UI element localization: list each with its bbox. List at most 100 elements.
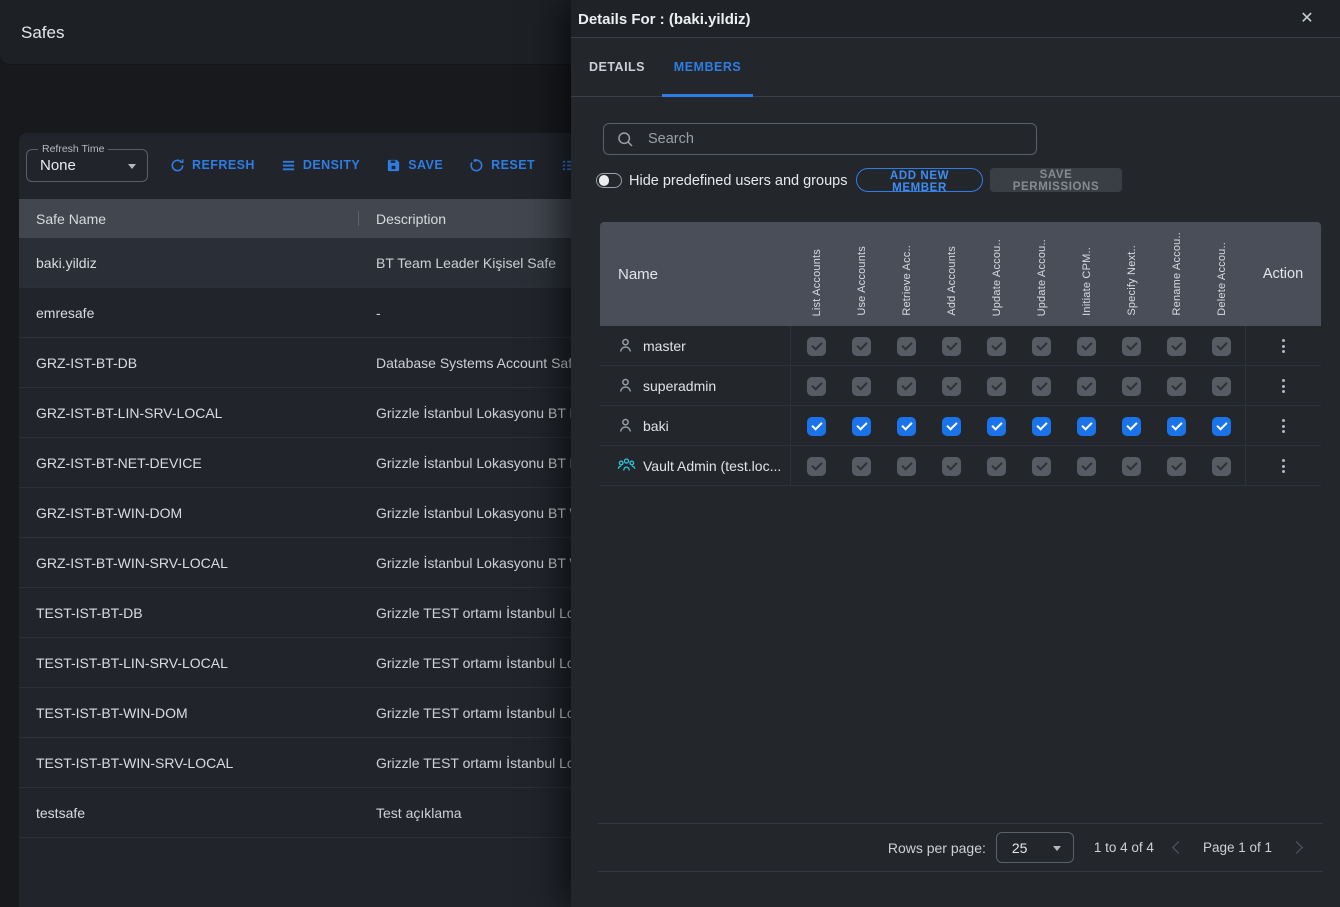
permission-checkbox[interactable]: [852, 457, 871, 476]
table-row[interactable]: TEST-IST-BT-WIN-DOM Grizzle TEST ortamı …: [19, 688, 619, 738]
search-icon: [617, 131, 634, 148]
details-drawer: Details For : (baki.yildiz) ✕ DETAILS ME…: [571, 0, 1340, 907]
permission-checkbox[interactable]: [942, 417, 961, 436]
permission-checkbox[interactable]: [897, 457, 916, 476]
permission-checkbox[interactable]: [1212, 457, 1231, 476]
permission-column-header: Delete Accou..: [1199, 222, 1244, 326]
table-row[interactable]: TEST-IST-BT-LIN-SRV-LOCAL Grizzle TEST o…: [19, 638, 619, 688]
table-row[interactable]: emresafe -: [19, 288, 619, 338]
safes-table-header: Safe Name Description: [19, 199, 619, 238]
permission-checkbox[interactable]: [1032, 337, 1051, 356]
chevron-down-icon: [128, 164, 136, 169]
permission-checkbox[interactable]: [1077, 377, 1096, 396]
permission-checkbox[interactable]: [807, 417, 826, 436]
column-header-description: Description: [376, 211, 446, 227]
search-input[interactable]: [646, 130, 1036, 148]
permission-checkbox[interactable]: [897, 337, 916, 356]
permission-checkbox[interactable]: [942, 337, 961, 356]
permission-column-header: Specify Next..: [1109, 222, 1154, 326]
safes-table-body: baki.yildiz BT Team Leader Kişisel Safe …: [19, 238, 619, 838]
member-row[interactable]: superadmin: [600, 366, 1321, 406]
hide-predefined-toggle[interactable]: [596, 173, 622, 188]
permission-checkbox[interactable]: [807, 337, 826, 356]
permission-checkbox[interactable]: [897, 377, 916, 396]
table-row[interactable]: GRZ-IST-BT-WIN-DOM Grizzle İstanbul Loka…: [19, 488, 619, 538]
save-permissions-button[interactable]: SAVE PERMISSIONS: [990, 168, 1122, 192]
member-row[interactable]: baki: [600, 406, 1321, 446]
table-row[interactable]: GRZ-IST-BT-NET-DEVICE Grizzle İstanbul L…: [19, 438, 619, 488]
permission-checkbox[interactable]: [807, 377, 826, 396]
rows-per-page-select[interactable]: 25: [996, 832, 1074, 863]
user-icon: [617, 417, 634, 439]
permission-checkbox[interactable]: [852, 337, 871, 356]
table-row[interactable]: TEST-IST-BT-DB Grizzle TEST ortamı İstan…: [19, 588, 619, 638]
permission-checkbox[interactable]: [1167, 337, 1186, 356]
permission-checkbox[interactable]: [942, 377, 961, 396]
safe-name-cell: GRZ-IST-BT-NET-DEVICE: [36, 438, 202, 488]
permission-checkbox[interactable]: [852, 377, 871, 396]
permission-checkbox[interactable]: [987, 417, 1006, 436]
density-button[interactable]: DENSITY: [281, 158, 360, 173]
safe-name-cell: TEST-IST-BT-DB: [36, 588, 143, 638]
permission-checkbox[interactable]: [807, 457, 826, 476]
column-divider: [358, 211, 359, 226]
pagination-range: 1 to 4 of 4: [1094, 840, 1154, 855]
permission-column-header: Add Accounts: [929, 222, 974, 326]
table-row[interactable]: GRZ-IST-BT-DB Database Systems Account S…: [19, 338, 619, 388]
save-icon: [386, 158, 401, 173]
permission-checkbox[interactable]: [1077, 337, 1096, 356]
table-row[interactable]: GRZ-IST-BT-WIN-SRV-LOCAL Grizzle İstanbu…: [19, 538, 619, 588]
permission-checkbox[interactable]: [1032, 457, 1051, 476]
member-name: Vault Admin (test.loc...: [643, 446, 781, 486]
permission-checkbox[interactable]: [1167, 417, 1186, 436]
group-icon: [617, 457, 636, 478]
pagination-bar: Rows per page: 25 1 to 4 of 4 Page 1 of …: [598, 823, 1323, 872]
member-permissions: [794, 326, 1244, 366]
row-actions-menu-button[interactable]: [1278, 335, 1289, 357]
member-permissions: [794, 406, 1244, 446]
table-row[interactable]: testsafe Test açıklama: [19, 788, 619, 838]
table-row[interactable]: baki.yildiz BT Team Leader Kişisel Safe: [19, 238, 619, 288]
refresh-button[interactable]: REFRESH: [170, 158, 255, 173]
add-new-member-button[interactable]: ADD NEW MEMBER: [856, 168, 983, 192]
permission-checkbox[interactable]: [1122, 337, 1141, 356]
permission-checkbox[interactable]: [1212, 417, 1231, 436]
table-row[interactable]: GRZ-IST-BT-LIN-SRV-LOCAL Grizzle İstanbu…: [19, 388, 619, 438]
row-actions-menu-button[interactable]: [1278, 455, 1289, 477]
permission-checkbox[interactable]: [1122, 457, 1141, 476]
permission-checkbox[interactable]: [1167, 457, 1186, 476]
tab-details[interactable]: DETAILS: [575, 38, 659, 96]
permission-column-header: Update Accou..: [1019, 222, 1064, 326]
permission-checkbox[interactable]: [1122, 417, 1141, 436]
close-button[interactable]: ✕: [1292, 3, 1322, 33]
member-row[interactable]: Vault Admin (test.loc...: [600, 446, 1321, 486]
safe-name-cell: testsafe: [36, 788, 85, 838]
save-button[interactable]: SAVE: [386, 158, 443, 173]
tab-members[interactable]: MEMBERS: [662, 38, 753, 96]
table-row[interactable]: TEST-IST-BT-WIN-SRV-LOCAL Grizzle TEST o…: [19, 738, 619, 788]
permission-checkbox[interactable]: [1212, 337, 1231, 356]
permission-checkbox[interactable]: [987, 337, 1006, 356]
next-page-icon[interactable]: [1290, 841, 1303, 854]
permission-checkbox[interactable]: [942, 457, 961, 476]
permission-checkbox[interactable]: [1032, 377, 1051, 396]
previous-page-icon[interactable]: [1172, 841, 1185, 854]
permission-checkbox[interactable]: [1122, 377, 1141, 396]
permission-checkbox[interactable]: [897, 417, 916, 436]
permission-checkbox[interactable]: [852, 417, 871, 436]
permission-checkbox[interactable]: [987, 457, 1006, 476]
permission-checkbox[interactable]: [1077, 457, 1096, 476]
row-actions-menu-button[interactable]: [1278, 415, 1289, 437]
refresh-time-select[interactable]: Refresh Time None: [26, 149, 148, 182]
permission-checkbox[interactable]: [1167, 377, 1186, 396]
hide-predefined-label: Hide predefined users and groups: [629, 166, 847, 196]
safe-name-cell: baki.yildiz: [36, 238, 97, 288]
permission-checkbox[interactable]: [987, 377, 1006, 396]
reset-button[interactable]: RESET: [469, 158, 535, 173]
permission-checkbox[interactable]: [1032, 417, 1051, 436]
permission-checkbox[interactable]: [1077, 417, 1096, 436]
member-row[interactable]: master: [600, 326, 1321, 366]
permission-checkbox[interactable]: [1212, 377, 1231, 396]
row-actions-menu-button[interactable]: [1278, 375, 1289, 397]
safe-name-cell: TEST-IST-BT-LIN-SRV-LOCAL: [36, 638, 228, 688]
